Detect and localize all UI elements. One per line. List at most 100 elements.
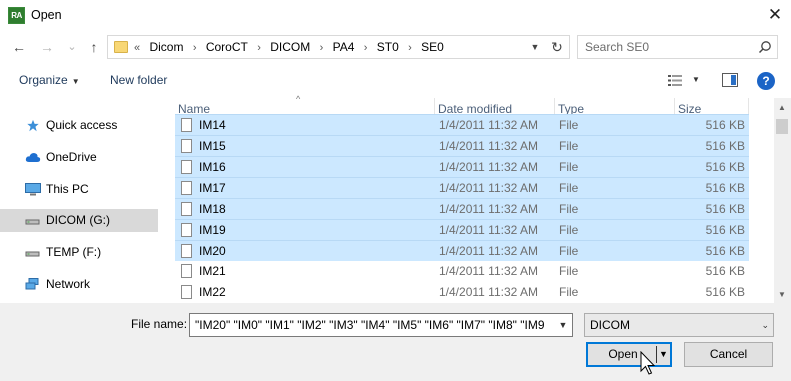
scroll-down-icon[interactable]: ▼ bbox=[778, 290, 786, 299]
cancel-button[interactable]: Cancel bbox=[684, 342, 773, 367]
file-name: IM16 bbox=[199, 160, 226, 174]
file-size: 516 KB bbox=[705, 223, 745, 237]
file-icon bbox=[181, 139, 192, 153]
file-name: IM22 bbox=[199, 285, 226, 299]
search-input[interactable]: Search SE0 bbox=[577, 35, 778, 59]
chevron-down-icon[interactable]: ▼ bbox=[554, 314, 572, 336]
file-icon bbox=[181, 264, 192, 278]
file-size: 516 KB bbox=[705, 118, 745, 132]
sidebar-item-quick-access[interactable]: Quick access bbox=[0, 114, 158, 137]
sidebar-item-label: TEMP (F:) bbox=[46, 245, 102, 259]
search-placeholder: Search SE0 bbox=[585, 40, 650, 54]
cloud-icon bbox=[25, 153, 41, 162]
computer-icon bbox=[25, 183, 41, 196]
table-row[interactable]: IM20 1/4/2011 11:32 AM File 516 KB bbox=[175, 240, 749, 261]
navigation-bar: ← → ⌄ ↑ « Dicom › CoroCT › DICOM › PA4 ›… bbox=[0, 31, 791, 64]
chevron-right-icon[interactable]: › bbox=[257, 42, 261, 54]
scrollbar-thumb[interactable] bbox=[776, 119, 788, 134]
forward-arrow-icon[interactable]: → bbox=[38, 38, 56, 56]
dialog-footer: File name: "IM20" "IM0" "IM1" "IM2" "IM3… bbox=[0, 303, 791, 381]
file-date: 1/4/2011 11:32 AM bbox=[439, 244, 538, 258]
chevron-right-icon[interactable]: › bbox=[364, 42, 368, 54]
sidebar-item-label: Quick access bbox=[46, 118, 118, 132]
file-type: File bbox=[559, 285, 579, 299]
close-icon[interactable]: ✕ bbox=[762, 3, 788, 27]
network-icon bbox=[25, 278, 39, 290]
breadcrumb-overflow-icon[interactable]: « bbox=[134, 42, 140, 54]
preview-pane-icon[interactable] bbox=[722, 73, 738, 87]
breadcrumb-item[interactable]: PA4 bbox=[333, 40, 355, 54]
file-name: IM20 bbox=[199, 244, 226, 258]
sidebar-item-temp-drive[interactable]: TEMP (F:) bbox=[0, 241, 158, 264]
open-button[interactable]: Open ▼ bbox=[586, 342, 672, 367]
sidebar-item-network[interactable]: Network bbox=[0, 273, 158, 296]
file-icon bbox=[181, 285, 192, 299]
split-divider bbox=[656, 346, 657, 363]
file-size: 516 KB bbox=[705, 160, 745, 174]
file-name-field[interactable]: "IM20" "IM0" "IM1" "IM2" "IM3" "IM4" "IM… bbox=[195, 314, 545, 336]
file-name-label: File name: bbox=[131, 317, 188, 331]
file-type: File bbox=[559, 223, 579, 237]
search-icon bbox=[758, 41, 771, 54]
breadcrumb-item[interactable]: DICOM bbox=[270, 40, 310, 54]
help-icon[interactable]: ? bbox=[757, 72, 775, 90]
file-icon bbox=[181, 202, 192, 216]
address-bar[interactable]: « Dicom › CoroCT › DICOM › PA4 › ST0 › S… bbox=[107, 35, 570, 59]
chevron-right-icon[interactable]: › bbox=[320, 42, 324, 54]
file-icon bbox=[181, 118, 192, 132]
up-arrow-icon[interactable]: ↑ bbox=[85, 38, 103, 56]
sidebar-item-dicom-drive[interactable]: DICOM (G:) bbox=[0, 209, 158, 232]
file-date: 1/4/2011 11:32 AM bbox=[439, 160, 538, 174]
sidebar-item-label: OneDrive bbox=[46, 150, 97, 164]
back-arrow-icon[interactable]: ← bbox=[10, 38, 28, 56]
vertical-scrollbar[interactable]: ▲ ▼ bbox=[774, 98, 791, 303]
address-dropdown-icon[interactable]: ▼ bbox=[527, 36, 543, 58]
breadcrumb-item[interactable]: SE0 bbox=[421, 40, 444, 54]
organize-menu[interactable]: Organize ▼ bbox=[19, 73, 80, 87]
table-row[interactable]: IM16 1/4/2011 11:32 AM File 516 KB bbox=[175, 156, 749, 177]
refresh-icon[interactable]: ↻ bbox=[548, 36, 566, 58]
sidebar-item-label: This PC bbox=[46, 182, 89, 196]
file-type-select[interactable]: DICOM ⌄ bbox=[584, 313, 774, 337]
new-folder-button[interactable]: New folder bbox=[110, 73, 167, 87]
chevron-right-icon[interactable]: › bbox=[193, 42, 197, 54]
navigation-pane: Quick access OneDrive This PC DICOM (G:)… bbox=[0, 98, 158, 303]
app-icon: RA bbox=[8, 7, 25, 24]
file-date: 1/4/2011 11:32 AM bbox=[439, 181, 538, 195]
file-size: 516 KB bbox=[705, 244, 745, 258]
file-icon bbox=[181, 160, 192, 174]
breadcrumb-item[interactable]: CoroCT bbox=[206, 40, 248, 54]
sidebar-item-onedrive[interactable]: OneDrive bbox=[0, 146, 158, 169]
file-icon bbox=[181, 223, 192, 237]
file-date: 1/4/2011 11:32 AM bbox=[439, 264, 538, 278]
sidebar-item-label: Network bbox=[46, 277, 91, 291]
file-type: File bbox=[559, 181, 579, 195]
table-row[interactable]: IM22 1/4/2011 11:32 AM File 516 KB bbox=[175, 282, 749, 303]
sidebar-item-this-pc[interactable]: This PC bbox=[0, 178, 158, 201]
view-options-icon[interactable] bbox=[668, 75, 682, 86]
breadcrumb-item[interactable]: ST0 bbox=[377, 40, 399, 54]
star-icon bbox=[27, 119, 39, 132]
file-type: File bbox=[559, 139, 579, 153]
table-row[interactable]: IM14 1/4/2011 11:32 AM File 516 KB bbox=[175, 114, 749, 135]
file-list: Name Date modified Type Size IM14 1/4/20… bbox=[175, 98, 774, 303]
view-options-caret-icon[interactable]: ▼ bbox=[692, 75, 700, 84]
file-name: IM19 bbox=[199, 223, 226, 237]
table-row[interactable]: IM15 1/4/2011 11:32 AM File 516 KB bbox=[175, 135, 749, 156]
chevron-right-icon[interactable]: › bbox=[408, 42, 412, 54]
file-size: 516 KB bbox=[705, 285, 745, 299]
recent-locations-chevron-icon[interactable]: ⌄ bbox=[63, 38, 81, 56]
file-name-combobox[interactable]: "IM20" "IM0" "IM1" "IM2" "IM3" "IM4" "IM… bbox=[189, 313, 573, 337]
file-icon bbox=[181, 181, 192, 195]
table-row[interactable]: IM18 1/4/2011 11:32 AM File 516 KB bbox=[175, 198, 749, 219]
caret-down-icon: ▼ bbox=[71, 77, 80, 86]
table-row[interactable]: IM19 1/4/2011 11:32 AM File 516 KB bbox=[175, 219, 749, 240]
file-name: IM18 bbox=[199, 202, 226, 216]
breadcrumb-item[interactable]: Dicom bbox=[149, 40, 183, 54]
table-row[interactable]: IM21 1/4/2011 11:32 AM File 516 KB bbox=[175, 261, 749, 282]
table-row[interactable]: IM17 1/4/2011 11:32 AM File 516 KB bbox=[175, 177, 749, 198]
open-options-caret-icon[interactable]: ▼ bbox=[659, 344, 668, 365]
drive-icon bbox=[25, 251, 40, 257]
scroll-up-icon[interactable]: ▲ bbox=[778, 103, 786, 112]
file-date: 1/4/2011 11:32 AM bbox=[439, 118, 538, 132]
